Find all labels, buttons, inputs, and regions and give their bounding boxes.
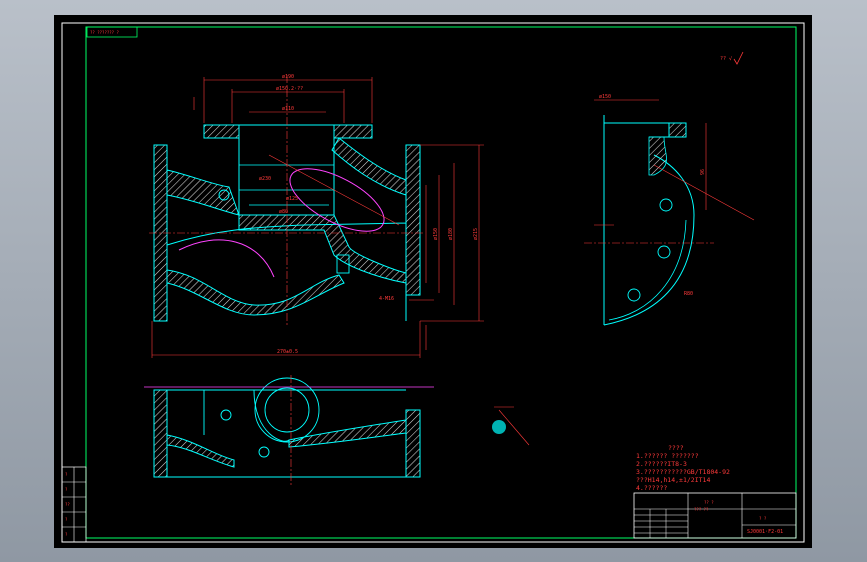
dim-right-h3: ø150: [433, 228, 439, 240]
dim-bolt-circle: ø150.2·??: [276, 86, 303, 92]
notes-heading: ????: [668, 444, 684, 452]
dim-inner-dia: ø110: [282, 106, 294, 112]
side-inner-curve: [608, 219, 687, 321]
notes-line-3: 3.???????????GB/T1804-92: [636, 468, 730, 476]
title-center-2: ??? ??: [694, 507, 709, 512]
plan-view[interactable]: [144, 375, 434, 485]
plan-left-wall: [166, 434, 235, 468]
notes-line-4: ???H14,h14,±1/2IT14: [636, 476, 710, 484]
plan-boss-inner: [264, 387, 310, 433]
title-marks: ? ?: [759, 516, 767, 521]
strip-cell-3: ??: [65, 502, 70, 507]
roughness-note: ?? √: [720, 56, 732, 62]
plan-bolt-hole-2: [258, 446, 270, 458]
diaphragm-hatch: [238, 214, 407, 284]
strip-cell-4: ?: [65, 517, 68, 522]
dim-right-h2: ø180: [448, 228, 454, 240]
plan-lower-wall: [288, 419, 407, 448]
notes-line-1: 1.?????? ???????: [636, 452, 699, 460]
dim-overall-length: 270±0.5: [277, 349, 298, 355]
right-flange-hatch: [405, 144, 421, 296]
side-view[interactable]: ø150 96 R80: [584, 94, 755, 326]
dim-flange-dia: ø230: [259, 176, 271, 182]
strip-cell-2: ?: [65, 487, 68, 492]
side-hatch-wall: [648, 136, 667, 176]
dim-thread: 4-M16: [379, 296, 394, 302]
plan-left-flange: [153, 389, 168, 478]
notes-line-2: 2.??????IT8-3: [636, 460, 687, 468]
dim-right-h1: ø215: [473, 228, 479, 240]
drawing-code: SJ0001·F2-01: [747, 529, 783, 535]
front-section-view[interactable]: ø190 ø150.2·?? ø110 ø230 ø125 ø80 ø215 ø…: [149, 74, 484, 358]
upper-right-wall-hatch: [331, 137, 407, 196]
side-dim-top: ø150: [599, 94, 611, 100]
plan-right-flange: [405, 409, 421, 478]
dim-seat: ø125: [286, 196, 298, 202]
lower-wall-hatch: [166, 269, 345, 316]
strip-cell-1: ?: [65, 472, 68, 477]
top-flange-hatch: [203, 124, 373, 139]
side-dim-r: R80: [684, 291, 693, 297]
notes-line-5: 4.??????: [636, 484, 667, 492]
side-bolt-hole-3: [627, 288, 641, 302]
top-dimensions: [193, 77, 373, 123]
flow-arc: [178, 239, 275, 278]
cad-drawing[interactable]: ?? ??????? ? ?? √ ? ? ?? ? ? ø190 ø150.2…: [54, 15, 812, 548]
plan-bolt-hole-1: [220, 409, 232, 421]
title-block[interactable]: ?? ? ??? ?? ? ? SJ0001·F2-01: [633, 492, 797, 539]
left-strip-table: ? ? ?? ? ?: [61, 466, 87, 543]
side-bolt-hole-1: [659, 198, 673, 212]
roughness-symbol: [733, 51, 744, 65]
corner-tag: ?? ??????? ?: [90, 30, 119, 35]
side-top-flange-hatch: [668, 122, 687, 138]
side-bolt-hole-2: [657, 245, 671, 259]
cad-viewport[interactable]: ?? ??????? ? ?? √ ? ? ?? ? ? ø190 ø150.2…: [54, 15, 812, 548]
strip-cell-5: ?: [65, 532, 68, 537]
title-center-1: ?? ?: [704, 500, 714, 505]
technical-notes: ???? 1.?????? ??????? 2.??????IT8-3 3.??…: [636, 444, 730, 492]
dim-bore: ø80: [279, 209, 288, 215]
detail-callout: [492, 406, 530, 446]
dim-top-width: ø190: [282, 74, 294, 80]
side-dim-height: 96: [700, 169, 706, 175]
